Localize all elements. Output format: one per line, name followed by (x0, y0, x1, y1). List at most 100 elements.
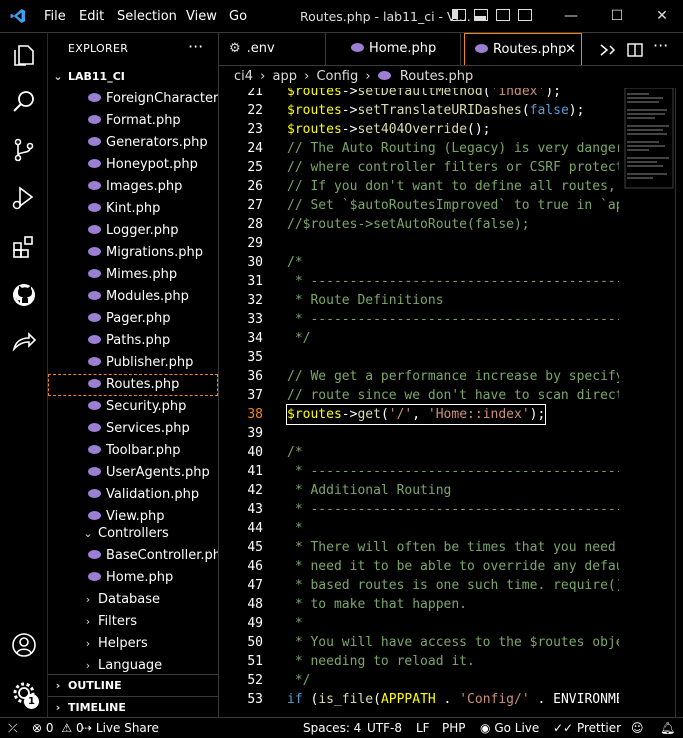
toggle-primary-sidebar-icon[interactable] (452, 9, 466, 21)
folder-filters[interactable]: › Filters (48, 611, 218, 633)
file-images[interactable]: Images.php (48, 176, 218, 198)
file-routes[interactable]: Routes.php (48, 374, 218, 396)
close-icon[interactable]: ✕ (647, 4, 677, 28)
folder-database[interactable]: › Database (48, 589, 218, 611)
file-toolbar[interactable]: Toolbar.php (48, 440, 218, 462)
run-debug-icon[interactable] (10, 184, 38, 212)
minimize-icon[interactable]: — (556, 4, 586, 28)
code-line[interactable]: 32 * Route Definitions (219, 291, 619, 310)
code-line[interactable]: 42 * Additional Routing (219, 481, 619, 500)
github-icon[interactable] (10, 281, 38, 309)
code-line[interactable]: 38 $routes->get('/', 'Home::index'); (219, 404, 619, 425)
code-line[interactable]: 49 * (219, 614, 619, 633)
file-logger[interactable]: Logger.php (48, 220, 218, 242)
breadcrumb-item[interactable]: Config (316, 69, 358, 84)
search-icon[interactable] (10, 88, 38, 116)
code-line[interactable]: 21 $routes->setDefaultMethod('index'); (219, 88, 619, 101)
file-mimes[interactable]: Mimes.php (48, 264, 218, 286)
timeline-section[interactable]: › TIMELINE (48, 696, 218, 717)
code-line[interactable]: 37 // route since we don't have to scan d… (219, 386, 619, 405)
tab-home-php[interactable]: Home.php (341, 33, 461, 65)
file-generators[interactable]: Generators.php (48, 132, 218, 154)
prettier-status[interactable]: ✓✓ Prettier (553, 718, 621, 738)
code-line[interactable]: 44 * (219, 519, 619, 538)
folder-helpers[interactable]: › Helpers (48, 633, 218, 655)
minimap[interactable] (619, 87, 675, 717)
problems-indicator[interactable]: ⊗ 0 ⚠ 0 (32, 718, 84, 738)
remote-indicator-icon[interactable]: ⤫ (8, 718, 18, 738)
file-kint[interactable]: Kint.php (48, 198, 218, 220)
live-share-status[interactable]: ⇢ Live Share (82, 718, 159, 738)
code-line[interactable]: 43 * -----------------------------------… (219, 500, 619, 519)
file-format[interactable]: Format.php (48, 110, 218, 132)
file-security[interactable]: Security.php (48, 396, 218, 418)
outline-section[interactable]: › OUTLINE (48, 674, 218, 696)
indentation-status[interactable]: Spaces: 4 (303, 718, 361, 738)
encoding-status[interactable]: UTF-8 (367, 718, 402, 738)
file-modules[interactable]: Modules.php (48, 286, 218, 308)
account-icon[interactable] (10, 631, 38, 659)
code-line[interactable]: 47 * based routes is one such time. requ… (219, 576, 619, 595)
code-line[interactable]: 46 * need it to be able to override any … (219, 557, 619, 576)
tab-routes-php[interactable]: Routes.php ✕ (464, 33, 582, 65)
code-line[interactable]: 53 if (is_file(APPPATH . 'Config/' . ENVI… (219, 690, 619, 709)
menu-go[interactable]: Go (229, 9, 247, 24)
menu-selection[interactable]: Selection (117, 9, 177, 24)
file-honeypot[interactable]: Honeypot.php (48, 154, 218, 176)
close-tab-icon[interactable]: ✕ (565, 34, 576, 66)
folder-controllers[interactable]: ⌄ Controllers (48, 523, 218, 545)
menu-view[interactable]: View (186, 9, 217, 24)
code-line[interactable]: 25 // where controller filters or CSRF pr… (219, 158, 619, 177)
more-actions-icon[interactable]: ··· (653, 36, 668, 55)
code-line[interactable]: 35 (219, 348, 619, 367)
code-line[interactable]: 33 * -----------------------------------… (219, 310, 619, 329)
more-actions-icon[interactable]: ··· (188, 37, 203, 56)
editor-scrollbar[interactable] (675, 88, 683, 717)
code-line[interactable]: 39 (219, 424, 619, 443)
file-home[interactable]: Home.php (48, 567, 218, 589)
code-line[interactable]: 30 /* (219, 253, 619, 272)
notifications-bell-icon[interactable]: 🔔︎ (660, 718, 675, 738)
code-line[interactable]: 24 // The Auto Routing (Legacy) is very d… (219, 139, 619, 158)
code-line[interactable]: 36 // We get a performance increase by sp… (219, 367, 619, 386)
file-useragents[interactable]: UserAgents.php (48, 462, 218, 484)
file-migrations[interactable]: Migrations.php (48, 242, 218, 264)
code-line[interactable]: 45 * There will often be times that you … (219, 538, 619, 557)
run-file-icon[interactable] (599, 42, 617, 58)
code-line[interactable]: 26 // If you don't want to define all rou… (219, 177, 619, 196)
go-live-status[interactable]: ◉ Go Live (480, 718, 539, 738)
code-line[interactable]: 40 /* (219, 443, 619, 462)
file-services[interactable]: Services.php (48, 418, 218, 440)
file-paths[interactable]: Paths.php (48, 330, 218, 352)
code-line[interactable]: 23 $routes->set404Override(); (219, 120, 619, 139)
breadcrumb-item[interactable]: app (273, 69, 297, 84)
code-line[interactable]: 51 * needing to reload it. (219, 652, 619, 671)
code-line[interactable]: 34 */ (219, 329, 619, 348)
files-icon[interactable] (10, 41, 38, 69)
menu-file[interactable]: File (44, 9, 66, 24)
code-line[interactable]: 41 * -----------------------------------… (219, 462, 619, 481)
code-line[interactable]: 48 * to make that happen. (219, 595, 619, 614)
code-editor[interactable]: 21 $routes->setDefaultMethod('index'); 22 $… (219, 88, 619, 717)
extensions-icon[interactable] (10, 233, 38, 261)
code-line[interactable]: 22 $routes->setTranslateURIDashes(false); (219, 101, 619, 120)
maximize-icon[interactable]: ☐ (602, 4, 632, 28)
customize-layout-icon[interactable] (518, 9, 532, 21)
code-line[interactable]: 28 //$routes->setAutoRoute(false); (219, 215, 619, 234)
file-publisher[interactable]: Publisher.php (48, 352, 218, 374)
toggle-secondary-sidebar-icon[interactable] (496, 9, 510, 21)
code-line[interactable]: 31 * -----------------------------------… (219, 272, 619, 291)
tab-env[interactable]: ⚙ .env (219, 33, 326, 65)
breadcrumb-item[interactable]: ci4 (234, 69, 253, 84)
breadcrumb-item[interactable]: Routes.php (400, 69, 473, 84)
language-mode-status[interactable]: PHP (442, 718, 466, 738)
eol-status[interactable]: LF (416, 718, 430, 738)
toggle-panel-icon[interactable] (474, 9, 488, 21)
feedback-icon[interactable]: ☺ (631, 718, 644, 738)
file-basecontroller[interactable]: BaseController.php (48, 545, 218, 567)
code-line[interactable]: 52 */ (219, 671, 619, 690)
menu-edit[interactable]: Edit (79, 9, 104, 24)
file-pager[interactable]: Pager.php (48, 308, 218, 330)
split-editor-icon[interactable] (627, 42, 643, 58)
source-control-icon[interactable] (10, 136, 38, 164)
